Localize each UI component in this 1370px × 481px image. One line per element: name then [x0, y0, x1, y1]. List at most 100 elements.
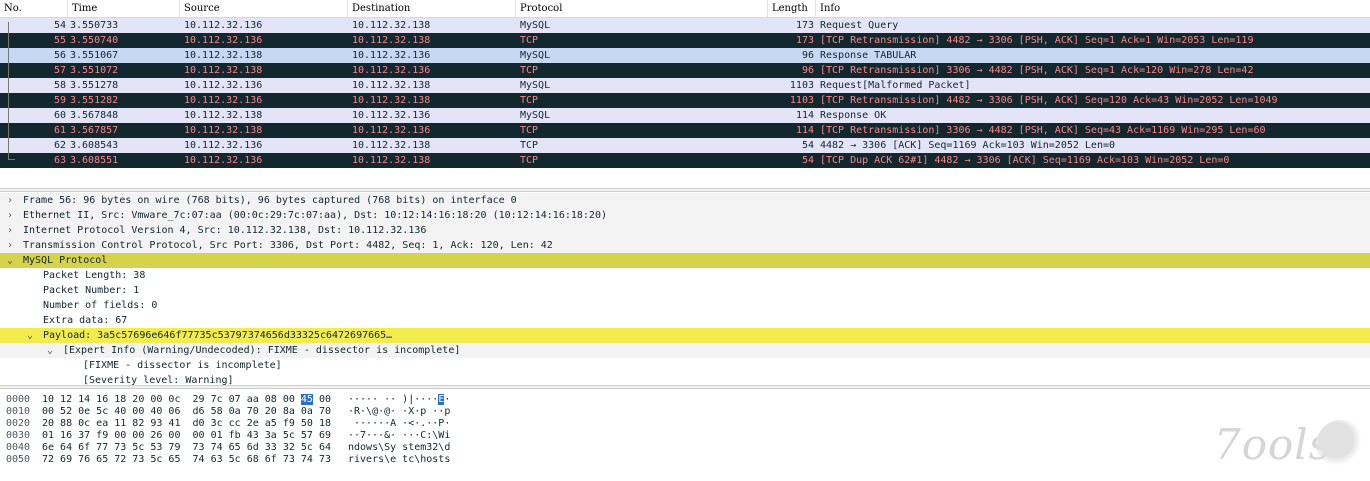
detail-row[interactable]: Extra data: 67	[0, 313, 1370, 328]
packet-cell-time: 3.550740	[70, 35, 119, 46]
packet-cell-len: 1103	[789, 80, 814, 91]
detail-row[interactable]: [FIXME - dissector is incomplete]	[0, 358, 1370, 373]
packet-cell-src: 10.112.32.136	[184, 155, 263, 166]
packet-cell-time: 3.567848	[70, 110, 119, 121]
detail-text: Packet Length: 38	[43, 270, 146, 281]
packet-cell-info: Request Query	[820, 20, 899, 31]
packet-cell-no: 55	[53, 35, 66, 46]
packet-cell-time: 3.550733	[70, 20, 119, 31]
packet-cell-no: 63	[53, 155, 66, 166]
packet-cell-src: 10.112.32.138	[184, 65, 263, 76]
packet-cell-proto: MySQL	[520, 20, 551, 31]
detail-row[interactable]: [Severity level: Warning]	[0, 373, 1370, 385]
packet-bytes-pane: 0000 10 12 14 16 18 20 00 0c 29 7c 07 aa …	[0, 390, 1370, 481]
detail-row[interactable]: › Ethernet II, Src: Vmware_7c:07:aa (00:0…	[0, 208, 1370, 223]
pane-splitter-bottom[interactable]	[0, 385, 1370, 389]
conversation-bracket-end	[8, 159, 15, 160]
detail-text: [Expert Info (Warning/Undecoded): FIXME …	[63, 345, 461, 356]
packet-cell-proto: MySQL	[520, 110, 551, 121]
packet-row[interactable]: 56 3.551067 10.112.32.138 10.112.32.136 MySQ…	[0, 48, 1370, 63]
packet-cell-src: 10.112.32.136	[184, 20, 263, 31]
detail-text: Packet Number: 1	[43, 285, 140, 296]
detail-text: Number of fields: 0	[43, 300, 158, 311]
chevron-right-icon[interactable]: ›	[4, 193, 16, 208]
pane-splitter-top[interactable]	[0, 188, 1370, 192]
chevron-down-icon[interactable]: ⌄	[24, 328, 36, 343]
packet-row[interactable]: 57 3.551072 10.112.32.138 10.112.32.136 TCP 9…	[0, 63, 1370, 78]
packet-row[interactable]: 60 3.567848 10.112.32.138 10.112.32.136 MySQ…	[0, 108, 1370, 123]
packet-row[interactable]: 62 3.608543 10.112.32.136 10.112.32.138 TCP 5…	[0, 138, 1370, 153]
packet-cell-info: Request[Malformed Packet]	[820, 80, 971, 91]
packet-cell-dst: 10.112.32.136	[352, 65, 431, 76]
chevron-down-icon[interactable]: ⌄	[4, 253, 16, 268]
detail-row[interactable]: Packet Number: 1	[0, 283, 1370, 298]
detail-text: [Severity level: Warning]	[83, 375, 234, 385]
packet-cell-no: 62	[53, 140, 66, 151]
packet-cell-proto: TCP	[520, 125, 539, 136]
column-header-source[interactable]: Source	[180, 0, 348, 17]
packet-cell-src: 10.112.32.138	[184, 110, 263, 121]
packet-row[interactable]: 58 3.551278 10.112.32.136 10.112.32.138 MySQ…	[0, 78, 1370, 93]
column-header-info[interactable]: Info	[816, 0, 1370, 17]
conversation-bracket	[8, 22, 9, 160]
packet-cell-no: 58	[53, 80, 66, 91]
packet-cell-len: 114	[795, 125, 814, 136]
packet-row[interactable]: 54 3.550733 10.112.32.136 10.112.32.138 MySQ…	[0, 18, 1370, 33]
packet-cell-dst: 10.112.32.136	[352, 110, 431, 121]
detail-text: [FIXME - dissector is incomplete]	[83, 360, 282, 371]
chevron-right-icon[interactable]: ›	[4, 208, 16, 223]
detail-row[interactable]: Packet Length: 38	[0, 268, 1370, 283]
packet-cell-info: 4482 → 3306 [ACK] Seq=1169 Ack=103 Win=2…	[820, 140, 1116, 151]
bytes-ascii[interactable]: rivers\e tc\hosts	[348, 452, 450, 467]
column-header-protocol[interactable]: Protocol	[516, 0, 768, 17]
packet-cell-time: 3.551067	[70, 50, 119, 61]
chevron-right-icon[interactable]: ›	[4, 223, 16, 238]
packet-cell-proto: TCP	[520, 155, 539, 166]
packet-cell-time: 3.608551	[70, 155, 119, 166]
packet-row[interactable]: 55 3.550740 10.112.32.136 10.112.32.138 TCP 1…	[0, 33, 1370, 48]
detail-row[interactable]: ⌄ [Expert Info (Warning/Undecoded): FIXME…	[0, 343, 1370, 358]
chevron-down-icon[interactable]: ⌄	[44, 343, 56, 358]
packet-cell-dst: 10.112.32.138	[352, 35, 431, 46]
chevron-right-icon[interactable]: ›	[4, 238, 16, 253]
packet-list-header: No. Time Source Destination Protocol Len…	[0, 0, 1370, 18]
detail-row[interactable]: › Frame 56: 96 bytes on wire (768 bits), …	[0, 193, 1370, 208]
detail-row[interactable]: › Transmission Control Protocol, Src Port…	[0, 238, 1370, 253]
column-header-length[interactable]: Length	[768, 0, 816, 17]
packet-cell-time: 3.608543	[70, 140, 119, 151]
packet-cell-no: 57	[53, 65, 66, 76]
column-header-destination[interactable]: Destination	[348, 0, 516, 17]
packet-cell-proto: MySQL	[520, 80, 551, 91]
packet-list: No. Time Source Destination Protocol Len…	[0, 0, 1370, 190]
watermark-splat	[1316, 420, 1366, 470]
detail-row[interactable]: Number of fields: 0	[0, 298, 1370, 313]
packet-cell-proto: MySQL	[520, 50, 551, 61]
packet-row[interactable]: 63 3.608551 10.112.32.136 10.112.32.138 TCP 5…	[0, 153, 1370, 168]
packet-cell-info: Response OK	[820, 110, 887, 121]
packet-cell-len: 54	[801, 140, 814, 151]
packet-cell-time: 3.551282	[70, 95, 119, 106]
column-header-no[interactable]: No.	[0, 0, 68, 17]
packet-cell-time: 3.551072	[70, 65, 119, 76]
detail-row[interactable]: ⌄ Payload: 3a5c57696e646f77735c5379737465…	[0, 328, 1370, 343]
detail-row[interactable]: ⌄ MySQL Protocol	[0, 253, 1370, 268]
packet-cell-proto: TCP	[520, 65, 539, 76]
bytes-offset: 0050	[6, 454, 31, 465]
packet-row[interactable]: 59 3.551282 10.112.32.136 10.112.32.138 TCP 1…	[0, 93, 1370, 108]
packet-cell-info: [TCP Retransmission] 3306 → 4482 [PSH, A…	[820, 65, 1254, 76]
detail-row[interactable]: › Internet Protocol Version 4, Src: 10.11…	[0, 223, 1370, 238]
column-header-time[interactable]: Time	[68, 0, 180, 17]
packet-cell-dst: 10.112.32.136	[352, 50, 431, 61]
bytes-hex[interactable]: 72 69 76 65 72 73 5c 65 74 63 5c 68 6f 7…	[42, 452, 331, 467]
watermark-logo: 7ools	[1214, 420, 1332, 469]
packet-cell-dst: 10.112.32.138	[352, 80, 431, 91]
packet-cell-info: [TCP Retransmission] 3306 → 4482 [PSH, A…	[820, 125, 1266, 136]
packet-cell-no: 59	[53, 95, 66, 106]
packet-cell-dst: 10.112.32.138	[352, 95, 431, 106]
bytes-hex-segment: 72 69 76 65 72 73 5c 65 74 63 5c 68 6f 7…	[42, 454, 331, 465]
packet-cell-info: Response TABULAR	[820, 50, 917, 61]
packet-row[interactable]: 61 3.567857 10.112.32.138 10.112.32.136 TCP 1…	[0, 123, 1370, 138]
packet-cell-src: 10.112.32.136	[184, 35, 263, 46]
detail-text: Frame 56: 96 bytes on wire (768 bits), 9…	[23, 195, 517, 206]
packet-cell-len: 114	[795, 110, 814, 121]
